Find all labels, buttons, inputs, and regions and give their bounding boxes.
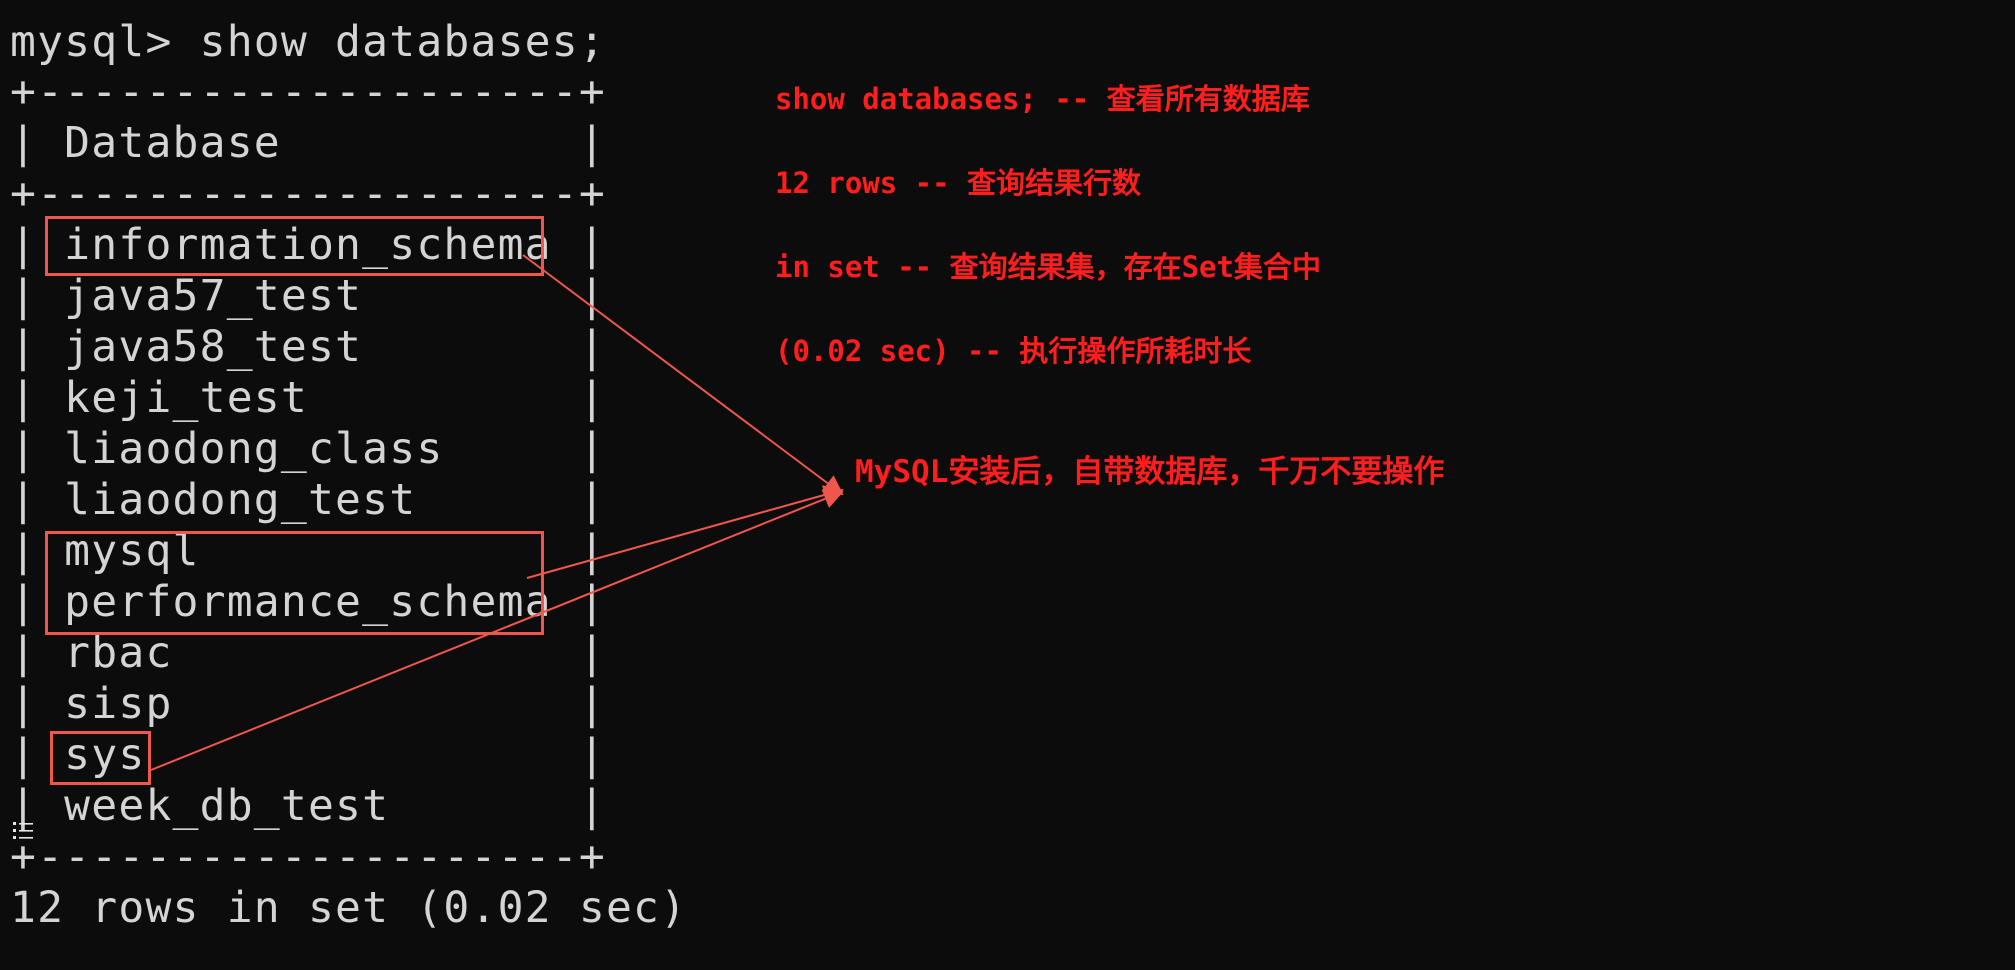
table-row: | java57_test | [10, 271, 606, 321]
table-border-bottom: +--------------------+ [10, 832, 606, 882]
table-row: | sisp | [10, 679, 606, 729]
table-header: | Database | [10, 118, 606, 168]
note-rows: 12 rows -- 查询结果行数 [775, 166, 1142, 200]
result-summary: 12 rows in set (0.02 sec) [10, 883, 688, 933]
system-db-callout: MySQL安装后，自带数据库，千万不要操作 [855, 454, 1445, 490]
table-row: | liaodong_test | [10, 475, 606, 525]
table-border-header: +--------------------+ [10, 169, 606, 219]
note-show-databases: show databases; -- 查看所有数据库 [775, 82, 1310, 116]
table-row: | keji_test | [10, 373, 606, 423]
table-row: | liaodong_class | [10, 424, 606, 474]
table-row: | rbac | [10, 628, 606, 678]
list-icon[interactable] [11, 818, 37, 844]
table-row: | week_db_test | [10, 781, 606, 831]
highlight-box-mysql-performance-schema [45, 531, 544, 635]
note-in-set: in set -- 查询结果集，存在Set集合中 [775, 250, 1321, 284]
table-row: | java58_test | [10, 322, 606, 372]
highlight-box-information-schema [45, 216, 544, 276]
command-prompt: mysql> show databases; [10, 17, 606, 67]
note-sec: (0.02 sec) -- 执行操作所耗时长 [775, 334, 1252, 368]
table-border-top: +--------------------+ [10, 67, 606, 117]
annotation-notes: show databases; -- 查看所有数据库 12 rows -- 查询… [775, 38, 1321, 393]
highlight-box-sys [50, 731, 151, 785]
